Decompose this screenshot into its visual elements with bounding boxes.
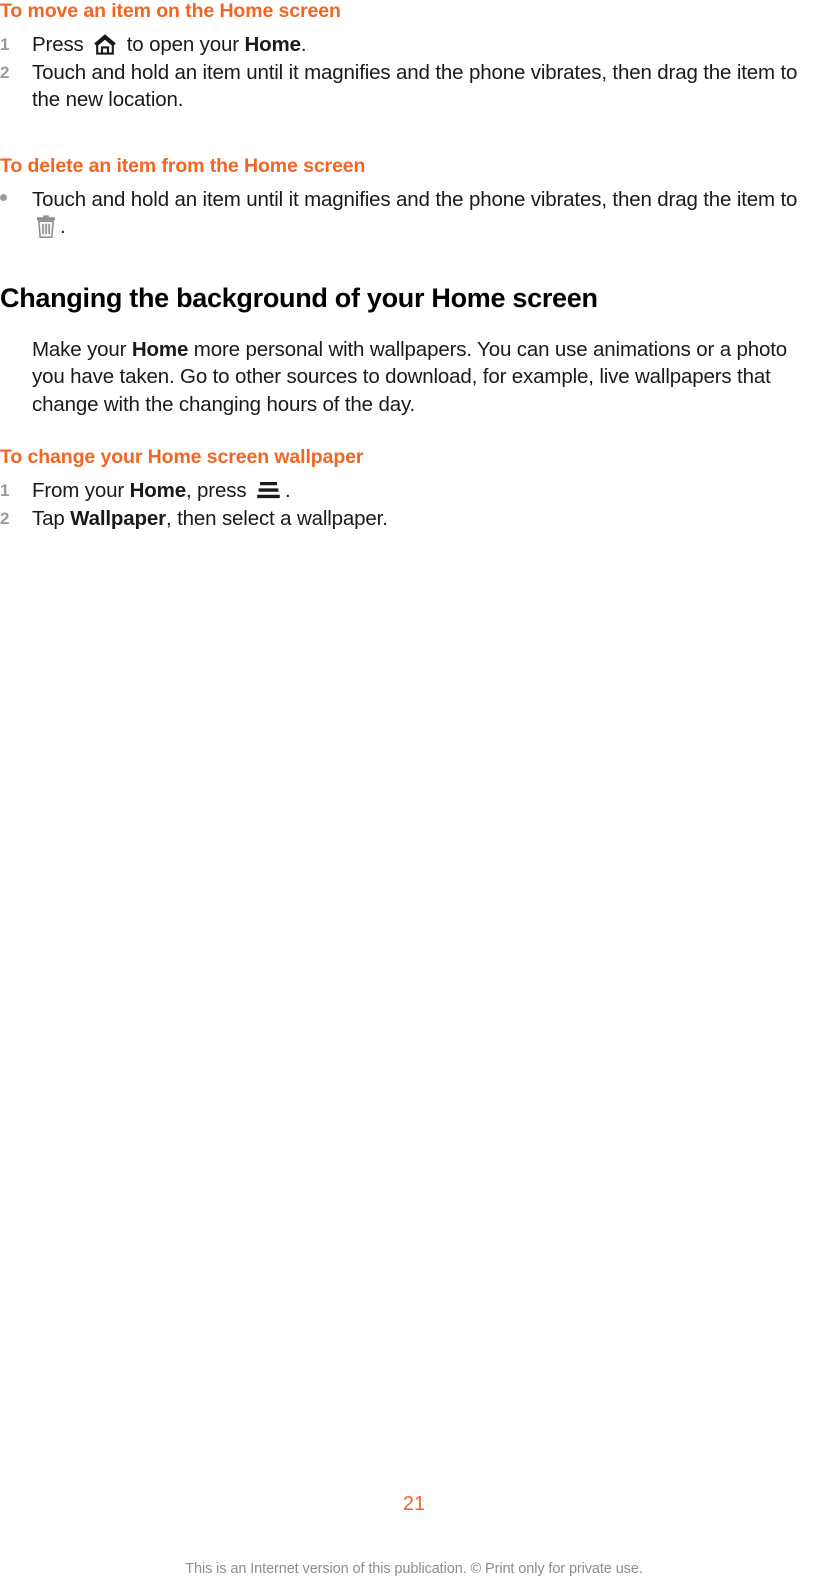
list-marker-number: 1	[0, 35, 10, 54]
paragraph-part: Make your	[32, 337, 132, 361]
section-heading-changing-background: Changing the background of your Home scr…	[0, 282, 598, 313]
step-text: Touch and hold an item until it magnifie…	[32, 60, 798, 112]
bold-term-home: Home	[129, 479, 187, 502]
bold-term-home: Home	[131, 337, 189, 361]
list-item: 2 Touch and hold an item until it magnif…	[0, 59, 828, 114]
home-icon	[92, 32, 118, 56]
list-marker-number: 2	[0, 62, 10, 82]
intro-paragraph: Make your Home more personal with wallpa…	[0, 336, 828, 419]
list-item: 2 Tap Wallpaper, then select a wallpaper…	[0, 505, 828, 533]
page-number: 21	[402, 1493, 426, 1515]
list-marker-bullet	[0, 186, 24, 214]
step-text-part: Press	[32, 33, 90, 56]
page-content: To move an item on the Home screen 1 Pre…	[0, 0, 828, 532]
steps-list-move-item: 1 Press to open your Home. 2 Touch and h…	[0, 31, 828, 114]
steps-list-delete-item: Touch and hold an item until it magnifie…	[0, 186, 828, 241]
step-text-part: Touch and hold an item until it magnifie…	[32, 187, 798, 211]
steps-list-change-wallpaper: 1 From your Home, press . 2 Tap Wallpape…	[0, 477, 828, 532]
step-text-end: .	[60, 215, 66, 238]
step-text-end: .	[284, 479, 291, 502]
step-text-end: .	[300, 33, 307, 56]
step-text-part: , press	[185, 479, 252, 502]
step-text-part: From your	[32, 479, 130, 502]
section-heading-change-wallpaper: To change your Home screen wallpaper	[0, 446, 364, 468]
bold-term-wallpaper: Wallpaper	[70, 506, 167, 530]
menu-icon	[255, 480, 282, 501]
document-page: To move an item on the Home screen 1 Pre…	[0, 0, 828, 1590]
list-marker-number: 2	[0, 508, 10, 528]
step-text-end: , then select a wallpaper.	[166, 506, 388, 530]
step-text-part: to open your	[121, 33, 245, 56]
list-item: 1 Press to open your Home.	[0, 31, 828, 59]
list-item: Touch and hold an item until it magnifie…	[0, 186, 828, 241]
bullet-dot-icon	[0, 194, 7, 202]
section-heading-move-item: To move an item on the Home screen	[0, 0, 341, 22]
section-heading-delete-item: To delete an item from the Home screen	[0, 154, 366, 177]
list-item: 1 From your Home, press .	[0, 477, 828, 505]
step-text-part: Tap	[32, 506, 71, 530]
list-marker-number: 1	[0, 481, 10, 500]
footer-copyright-note: This is an Internet version of this publ…	[185, 1561, 643, 1577]
bold-term-home: Home	[244, 33, 301, 56]
trash-icon	[35, 215, 57, 238]
